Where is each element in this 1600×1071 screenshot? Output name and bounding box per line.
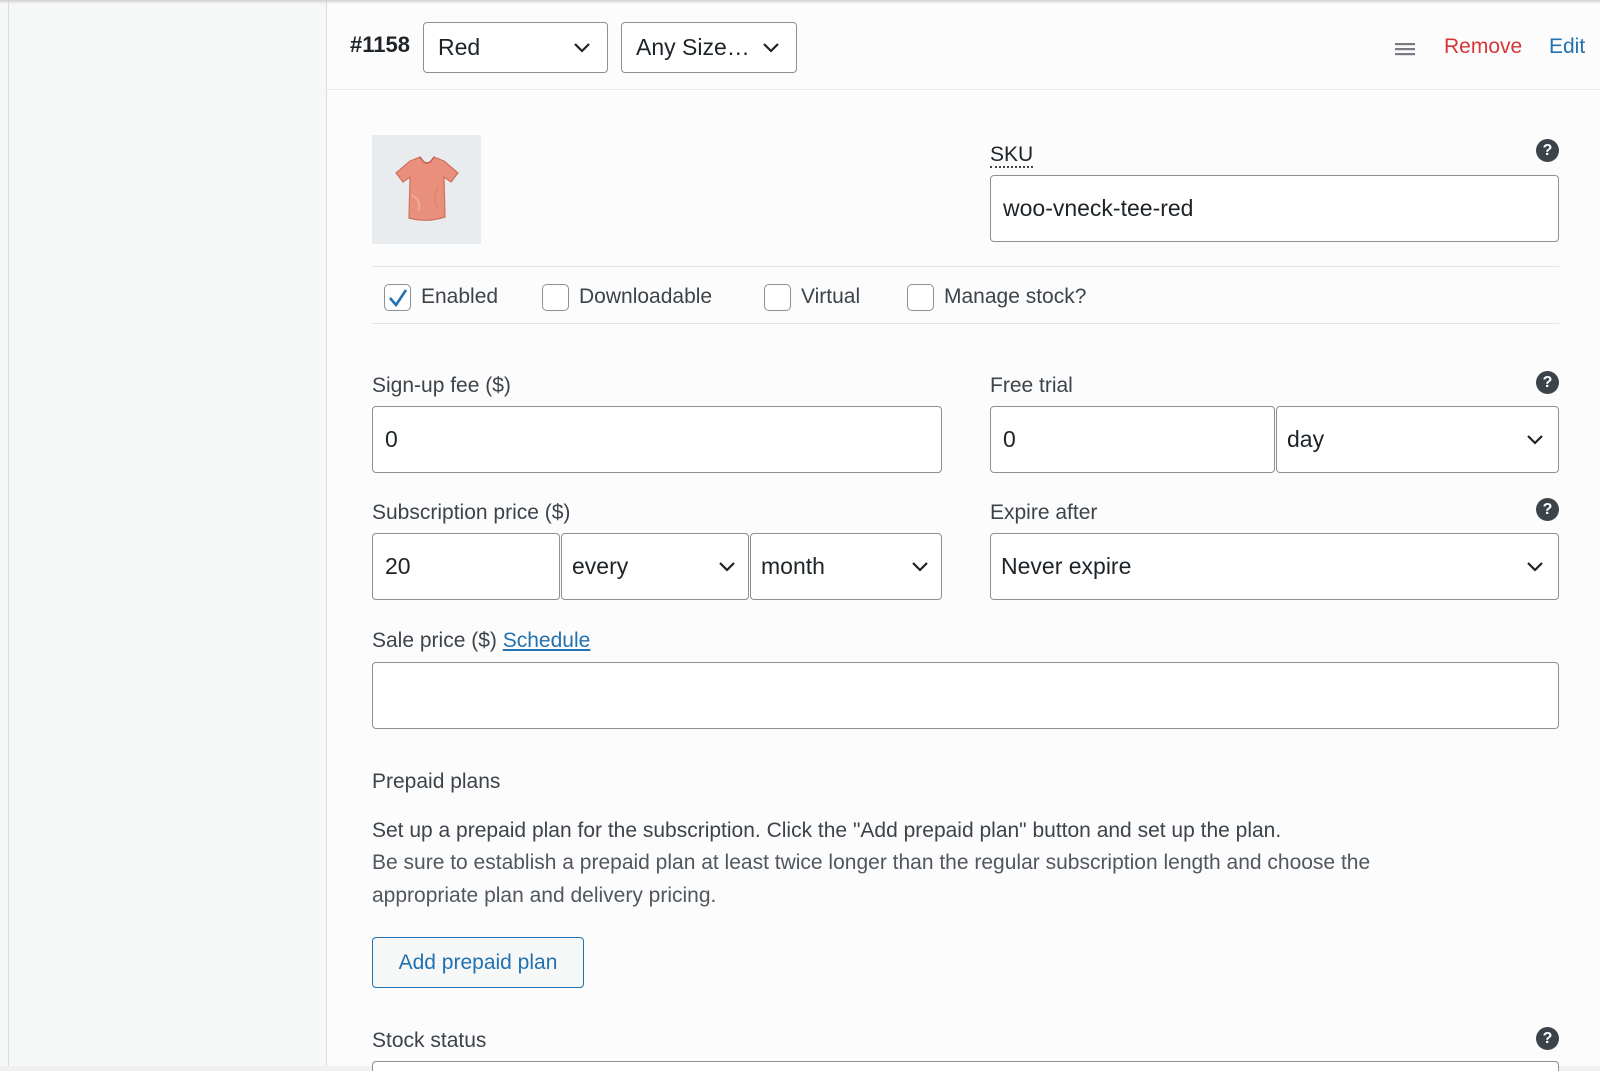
size-attribute-value: Any Size… — [636, 34, 750, 60]
free-trial-period-select[interactable]: day — [1276, 406, 1559, 473]
free-trial-label: Free trial — [990, 374, 1073, 397]
signup-fee-label: Sign-up fee ($) — [372, 374, 511, 397]
stock-status-label: Stock status — [372, 1029, 487, 1052]
enabled-label: Enabled — [421, 285, 499, 308]
chevron-down-icon — [911, 561, 929, 573]
prepaid-description-line2: Be sure to establish a prepaid plan at l… — [372, 851, 1371, 874]
manage-stock-label: Manage stock? — [944, 285, 1087, 308]
size-attribute-select[interactable]: Any Size… — [621, 22, 797, 73]
schedule-link[interactable]: Schedule — [503, 629, 591, 652]
help-icon[interactable]: ? — [1536, 139, 1559, 162]
enabled-checkbox[interactable] — [384, 283, 411, 311]
manage-stock-option[interactable]: Manage stock? — [907, 280, 1086, 314]
add-prepaid-plan-button[interactable]: Add prepaid plan — [372, 937, 584, 988]
tshirt-icon — [395, 156, 459, 221]
divider — [372, 323, 1559, 324]
chevron-down-icon — [573, 42, 591, 54]
variation-panel: #1158 Red Any Size… Remove Edit SKU ? wo… — [327, 0, 1600, 1071]
sale-price-input[interactable] — [372, 662, 1559, 729]
chevron-down-icon — [718, 561, 736, 573]
free-trial-period-value: day — [1287, 426, 1325, 452]
enabled-option[interactable]: Enabled — [384, 280, 498, 314]
sale-price-label: Sale price ($) — [372, 629, 497, 652]
subscription-interval-select[interactable]: every — [561, 533, 749, 600]
expire-after-label: Expire after — [990, 501, 1098, 524]
signup-fee-input[interactable]: 0 — [372, 406, 942, 473]
sku-input[interactable]: woo-vneck-tee-red — [990, 175, 1559, 242]
prepaid-description-line3: appropriate plan and delivery pricing. — [372, 884, 717, 907]
downloadable-label: Downloadable — [579, 285, 713, 308]
free-trial-value: 0 — [1003, 426, 1016, 452]
drag-handle-icon[interactable] — [1395, 41, 1415, 57]
color-attribute-select[interactable]: Red — [423, 22, 608, 73]
virtual-option[interactable]: Virtual — [764, 280, 860, 314]
free-trial-input[interactable]: 0 — [990, 406, 1275, 473]
subscription-period-select[interactable]: month — [750, 533, 942, 600]
stock-status-select[interactable] — [372, 1061, 1559, 1071]
sku-value: woo-vneck-tee-red — [1003, 195, 1194, 221]
sale-price-label-row: Sale price ($) Schedule — [372, 629, 590, 653]
left-column — [9, 0, 327, 1066]
help-icon[interactable]: ? — [1536, 1027, 1559, 1050]
subscription-price-label: Subscription price ($) — [372, 501, 571, 524]
subscription-period-value: month — [761, 553, 825, 579]
help-icon[interactable]: ? — [1536, 498, 1559, 521]
divider — [372, 266, 1559, 267]
chevron-down-icon — [762, 42, 780, 54]
product-thumbnail[interactable] — [372, 135, 481, 244]
expire-after-select[interactable]: Never expire — [990, 533, 1559, 600]
signup-fee-value: 0 — [385, 426, 398, 452]
remove-link[interactable]: Remove — [1444, 35, 1522, 59]
help-icon[interactable]: ? — [1536, 371, 1559, 394]
manage-stock-checkbox[interactable] — [907, 283, 934, 311]
downloadable-checkbox[interactable] — [542, 283, 569, 311]
variation-header[interactable]: #1158 Red Any Size… Remove Edit — [327, 0, 1600, 90]
variation-id: #1158 — [350, 32, 410, 57]
sku-label: SKU — [990, 143, 1034, 169]
chevron-down-icon — [1526, 561, 1544, 573]
subscription-price-value: 20 — [385, 553, 411, 579]
edit-link[interactable]: Edit — [1549, 35, 1585, 59]
chevron-down-icon — [1526, 434, 1544, 446]
prepaid-description-line1: Set up a prepaid plan for the subscripti… — [372, 819, 1282, 842]
color-attribute-value: Red — [438, 34, 481, 60]
virtual-label: Virtual — [801, 285, 861, 308]
subscription-interval-value: every — [572, 553, 629, 579]
prepaid-plans-heading: Prepaid plans — [372, 770, 501, 793]
subscription-price-input[interactable]: 20 — [372, 533, 560, 600]
virtual-checkbox[interactable] — [764, 283, 791, 311]
downloadable-option[interactable]: Downloadable — [542, 280, 712, 314]
left-edge-strip — [0, 0, 9, 1066]
expire-after-value: Never expire — [1001, 553, 1132, 579]
top-shadow — [0, 0, 1600, 4]
